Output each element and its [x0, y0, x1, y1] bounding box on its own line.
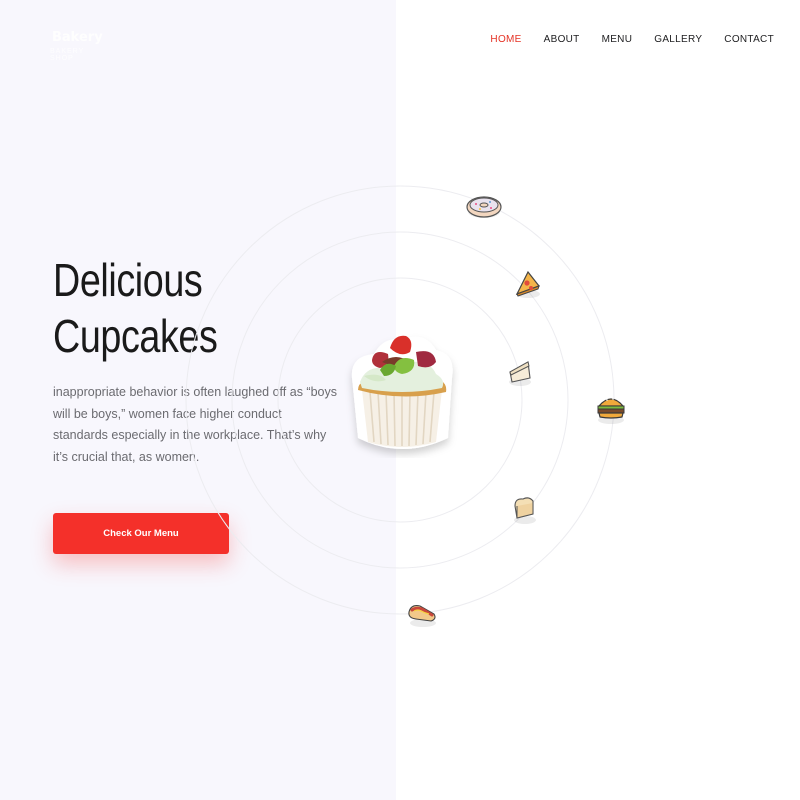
hotdog-icon[interactable] — [402, 592, 442, 632]
cupcake-image — [351, 335, 453, 449]
bread-icon[interactable] — [505, 488, 545, 528]
cake-slice-icon[interactable] — [500, 352, 540, 392]
burger-icon[interactable] — [591, 388, 631, 428]
pizza-icon[interactable] — [508, 264, 548, 304]
donut-icon[interactable] — [464, 188, 504, 228]
